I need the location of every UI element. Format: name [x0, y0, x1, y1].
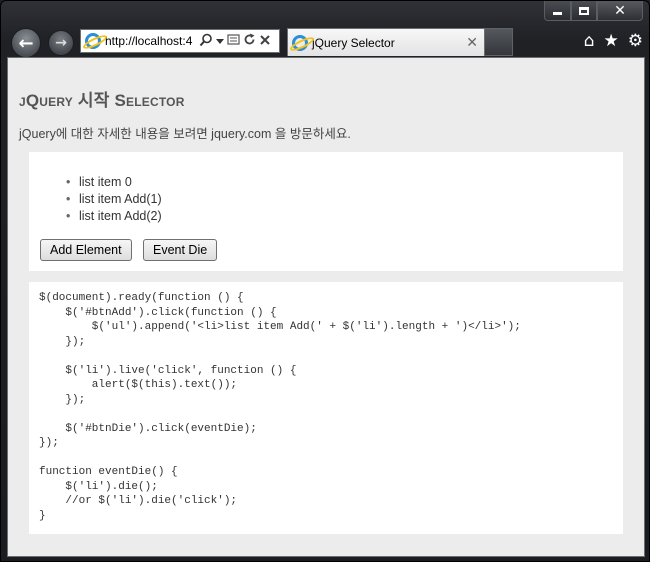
forward-arrow-icon: → [55, 35, 67, 51]
code-sample: $(document).ready(function () { $('#btnA… [29, 282, 623, 534]
tab-title: jQuery Selector [312, 35, 395, 50]
minimize-button[interactable] [544, 1, 571, 21]
browser-command-icons: ⌂ ★ ⚙ [584, 31, 643, 51]
code-line: alert($(this).text()); [39, 379, 238, 391]
browser-window: ✕ ← → http://localhost:4 jQuery Selector… [0, 0, 650, 562]
code-line: function eventDie() { [39, 466, 178, 478]
list-item[interactable]: list item Add(2) [66, 208, 162, 225]
code-line: }); [39, 335, 86, 348]
search-icon[interactable] [199, 33, 213, 50]
ie-page-icon [85, 33, 101, 49]
code-line: } [39, 509, 46, 522]
code-line: }); [39, 393, 86, 406]
code-line: $(document).ready(function () { [39, 292, 244, 304]
demo-panel: list item 0list item Add(1)list item Add… [29, 152, 623, 271]
dropdown-arrow-icon[interactable] [216, 34, 224, 48]
new-tab-button[interactable] [485, 28, 513, 56]
page-viewport: jQuery 시작 Selector jQuery에 대한 자세한 내용을 보려… [7, 57, 645, 557]
code-line: $('ul').append('<li>list item Add(' + $(… [39, 321, 521, 333]
tools-gear-icon[interactable]: ⚙ [628, 31, 643, 51]
home-icon[interactable]: ⌂ [584, 31, 595, 51]
address-bar-actions [199, 33, 271, 50]
minimize-icon [553, 12, 562, 15]
list-item[interactable]: list item Add(1) [66, 191, 162, 208]
item-list: list item 0list item Add(1)list item Add… [66, 174, 162, 225]
window-caption-buttons: ✕ [544, 1, 643, 21]
code-line: $('li').live('click', function () { [39, 364, 297, 377]
tab-jquery-selector[interactable]: jQuery Selector ✕ [287, 28, 485, 56]
add-element-button[interactable]: Add Element [40, 239, 132, 261]
close-window-button[interactable]: ✕ [597, 1, 643, 21]
forward-button[interactable]: → [48, 30, 74, 56]
code-line: }); [39, 437, 59, 449]
list-item[interactable]: list item 0 [66, 174, 162, 191]
browser-toolbar: ← → http://localhost:4 jQuery Selector ✕… [1, 23, 650, 58]
intro-text: jQuery에 대한 자세한 내용을 보려면 jquery.com 을 방문하세… [19, 127, 351, 141]
ie-tab-icon [292, 34, 308, 51]
maximize-button[interactable] [571, 1, 597, 21]
back-arrow-icon: ← [18, 32, 34, 54]
url-text[interactable]: http://localhost:4 [105, 34, 197, 48]
maximize-icon [579, 6, 589, 15]
address-bar[interactable]: http://localhost:4 [80, 29, 280, 53]
back-button[interactable]: ← [11, 28, 41, 58]
event-die-button[interactable]: Event Die [143, 239, 218, 261]
code-line: $('#btnAdd').click(function () { [39, 306, 277, 319]
stop-icon[interactable] [259, 34, 271, 49]
close-icon: ✕ [614, 2, 626, 19]
compatibility-view-icon[interactable] [227, 33, 240, 49]
refresh-icon[interactable] [243, 33, 256, 49]
favorites-star-icon[interactable]: ★ [604, 31, 619, 51]
code-line: $('li').die(); [39, 480, 158, 493]
code-line: //or $('li').die('click'); [39, 495, 238, 507]
code-line: $('#btnDie').click(eventDie); [39, 422, 257, 435]
tab-close-icon[interactable]: ✕ [466, 35, 478, 51]
page-title: jQuery 시작 Selector [19, 91, 185, 110]
